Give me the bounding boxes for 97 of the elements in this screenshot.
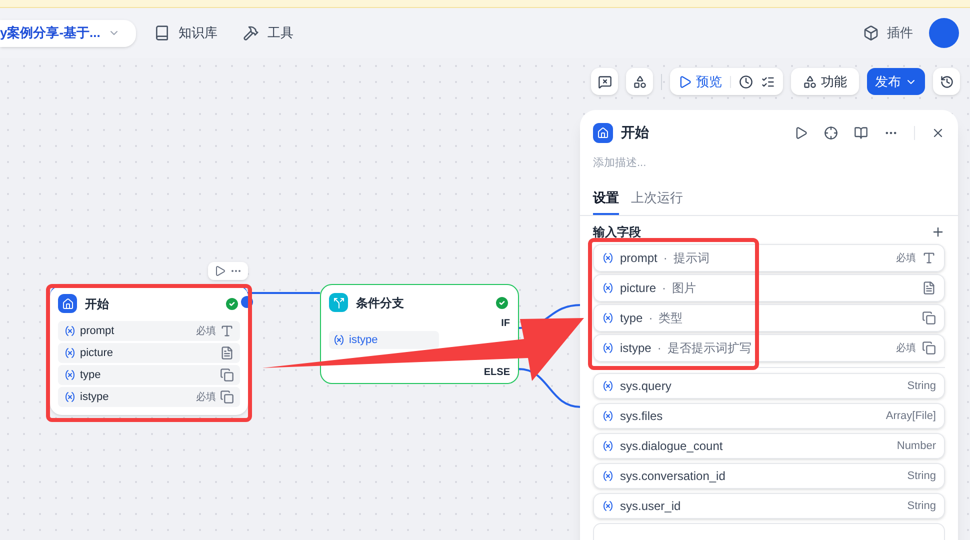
nav-link[interactable]: 知识库 [154, 23, 218, 43]
text-type-icon [220, 324, 234, 338]
history-icon [940, 74, 954, 88]
plugin-link[interactable]: 插件 [863, 23, 913, 43]
nav-link[interactable]: 工具 [243, 23, 294, 43]
variable-type: Number [896, 438, 936, 454]
required-label: 必填 [196, 324, 216, 338]
variable-label: 提示词 [673, 250, 710, 267]
copy-icon [922, 311, 936, 325]
input-field-row[interactable]: prompt · 提示词 必填 [593, 244, 945, 272]
publish-button[interactable]: 发布 [867, 68, 925, 95]
variable-icon [602, 342, 614, 354]
variable-icon [602, 282, 614, 294]
variable-icon [64, 347, 76, 359]
node-title: 条件分支 [356, 294, 405, 312]
variable-type: String [907, 378, 936, 394]
features-button[interactable]: 功能 [791, 68, 859, 95]
variable-name: prompt [80, 324, 116, 339]
copy-icon [220, 390, 234, 404]
section-title: 输入字段 [593, 224, 642, 241]
variable-type: String [907, 498, 936, 514]
input-field-row[interactable]: type · 类型 [593, 304, 945, 332]
document-icon [922, 281, 936, 295]
required-label: 必填 [196, 390, 216, 404]
variable-type: String [907, 468, 936, 484]
panel-tab[interactable]: 上次运行 [631, 188, 683, 215]
variable-label: · [663, 250, 668, 267]
clock-button[interactable] [739, 74, 753, 88]
document-icon [220, 346, 234, 360]
run-icon[interactable] [794, 126, 808, 140]
variable-icon [64, 391, 76, 403]
shapes-icon [632, 74, 646, 88]
play-icon [678, 74, 692, 88]
variable-name: istype [80, 390, 110, 405]
app-title: y案例分享-基于... [0, 24, 100, 42]
variable-name: istype [620, 340, 652, 357]
app-selector[interactable]: y案例分享-基于... [0, 20, 136, 46]
variable-name: sys.files [620, 408, 664, 425]
checklist-icon [761, 74, 775, 88]
variable-name: prompt [620, 250, 658, 267]
variable-icon [602, 380, 614, 392]
variable-icon [64, 369, 76, 381]
history-button[interactable] [933, 68, 960, 95]
node-title: 开始 [85, 296, 110, 312]
variable-label: · [662, 280, 666, 297]
required-label: 必填 [896, 252, 916, 266]
copy-icon [922, 341, 936, 355]
variable-icon [602, 500, 614, 512]
home-icon [593, 122, 613, 142]
variable-name: sys.query [620, 378, 672, 395]
variable-icon [333, 334, 345, 346]
variable-label: · [657, 340, 662, 357]
variable-name: picture [80, 346, 114, 361]
book-icon[interactable] [854, 126, 868, 140]
variable-label: 图片 [672, 280, 698, 297]
variable-name: sys.dialogue_count [620, 438, 724, 455]
cube-icon [863, 25, 879, 41]
variable-name: sys.conversation_id [620, 468, 726, 485]
run-icon[interactable] [214, 265, 226, 277]
comment-icon [598, 74, 612, 88]
copy-icon [220, 368, 234, 382]
variable-name: sys.user_id [620, 498, 682, 515]
preview-button[interactable]: 预览 [678, 72, 722, 92]
variable-name: picture [620, 280, 656, 297]
clock-icon [739, 74, 753, 88]
checklist-button[interactable] [761, 74, 775, 88]
text-type-icon [922, 251, 936, 265]
variable-icon [64, 325, 76, 337]
variable-icon [602, 312, 614, 324]
variable-type: Array[File] [886, 408, 936, 424]
condition-variable: istype [349, 332, 378, 348]
add-icon[interactable] [931, 225, 945, 239]
variable-label: 类型 [658, 310, 684, 327]
panel-tab[interactable]: 设置 [593, 188, 619, 215]
shapes-icon [803, 74, 817, 88]
variable-icon [602, 410, 614, 422]
variable-icon [602, 440, 614, 452]
comment-button[interactable] [591, 68, 618, 95]
home-icon [58, 294, 77, 313]
hammer-icon [243, 25, 260, 41]
crosshair-icon[interactable] [824, 126, 838, 140]
env-button[interactable] [626, 68, 653, 95]
branch-label: ELSE [484, 366, 510, 380]
branch-icon [329, 293, 348, 312]
variable-name: type [80, 368, 102, 383]
panel-title: 开始 [621, 123, 650, 142]
variable-icon [602, 252, 614, 264]
variable-name: type [620, 310, 643, 327]
variable-label: 是否提示词扩写 [667, 340, 752, 357]
input-field-row[interactable]: istype · 是否提示词扩写 必填 [593, 334, 945, 362]
branch-label: IF [501, 317, 510, 331]
input-field-row[interactable]: picture · 图片 [593, 274, 945, 302]
required-label: 必填 [896, 342, 916, 356]
variable-label: · [648, 310, 653, 327]
book-icon [154, 25, 170, 41]
variable-icon [602, 470, 614, 482]
user-avatar[interactable] [929, 18, 959, 48]
